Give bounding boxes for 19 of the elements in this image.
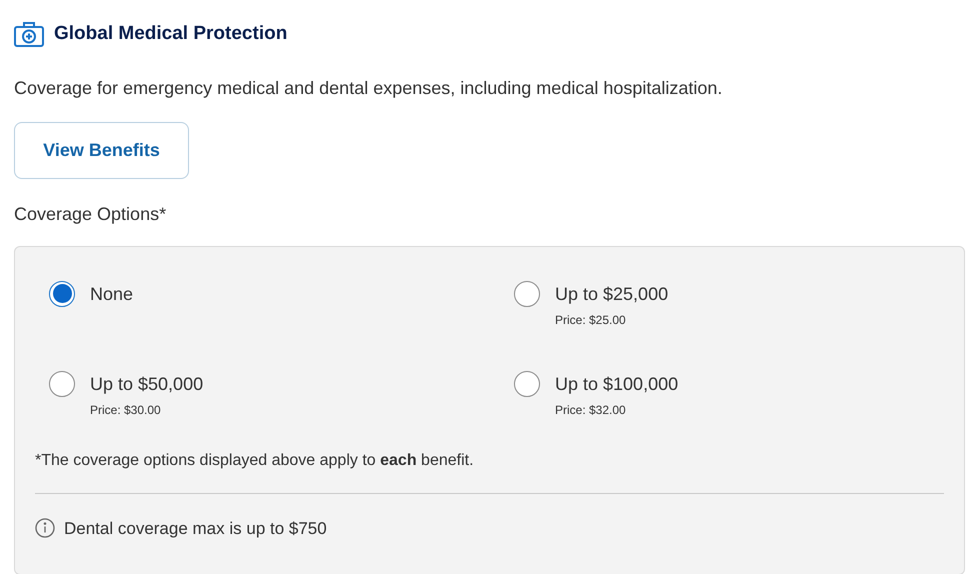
radio-button[interactable] [514,280,540,306]
radio-button[interactable] [49,280,75,306]
option-label: Up to $100,000 [555,372,678,396]
radio-button[interactable] [49,370,75,396]
option-label: None [90,282,134,306]
info-icon [35,518,55,538]
coverage-options-label: Coverage Options* [14,202,168,226]
option-label: Up to $25,000 [555,282,668,306]
medical-kit-icon [14,21,44,48]
footnote: *The coverage options displayed above apply to each benefit. [35,450,475,470]
view-benefits-button[interactable]: View Benefits [14,122,189,178]
description: Coverage for emergency medical and dental expenses, including medical hospitalization. [14,76,724,100]
option-price: Price: $32.00 [555,402,627,418]
option-price: Price: $25.00 [555,312,627,328]
info-note: Dental coverage max is up to $750 [64,518,327,540]
option-label: Up to $50,000 [90,372,204,396]
radio-button[interactable] [514,370,540,396]
section-title: Global Medical Protection [54,22,288,46]
option-price: Price: $30.00 [90,402,162,418]
